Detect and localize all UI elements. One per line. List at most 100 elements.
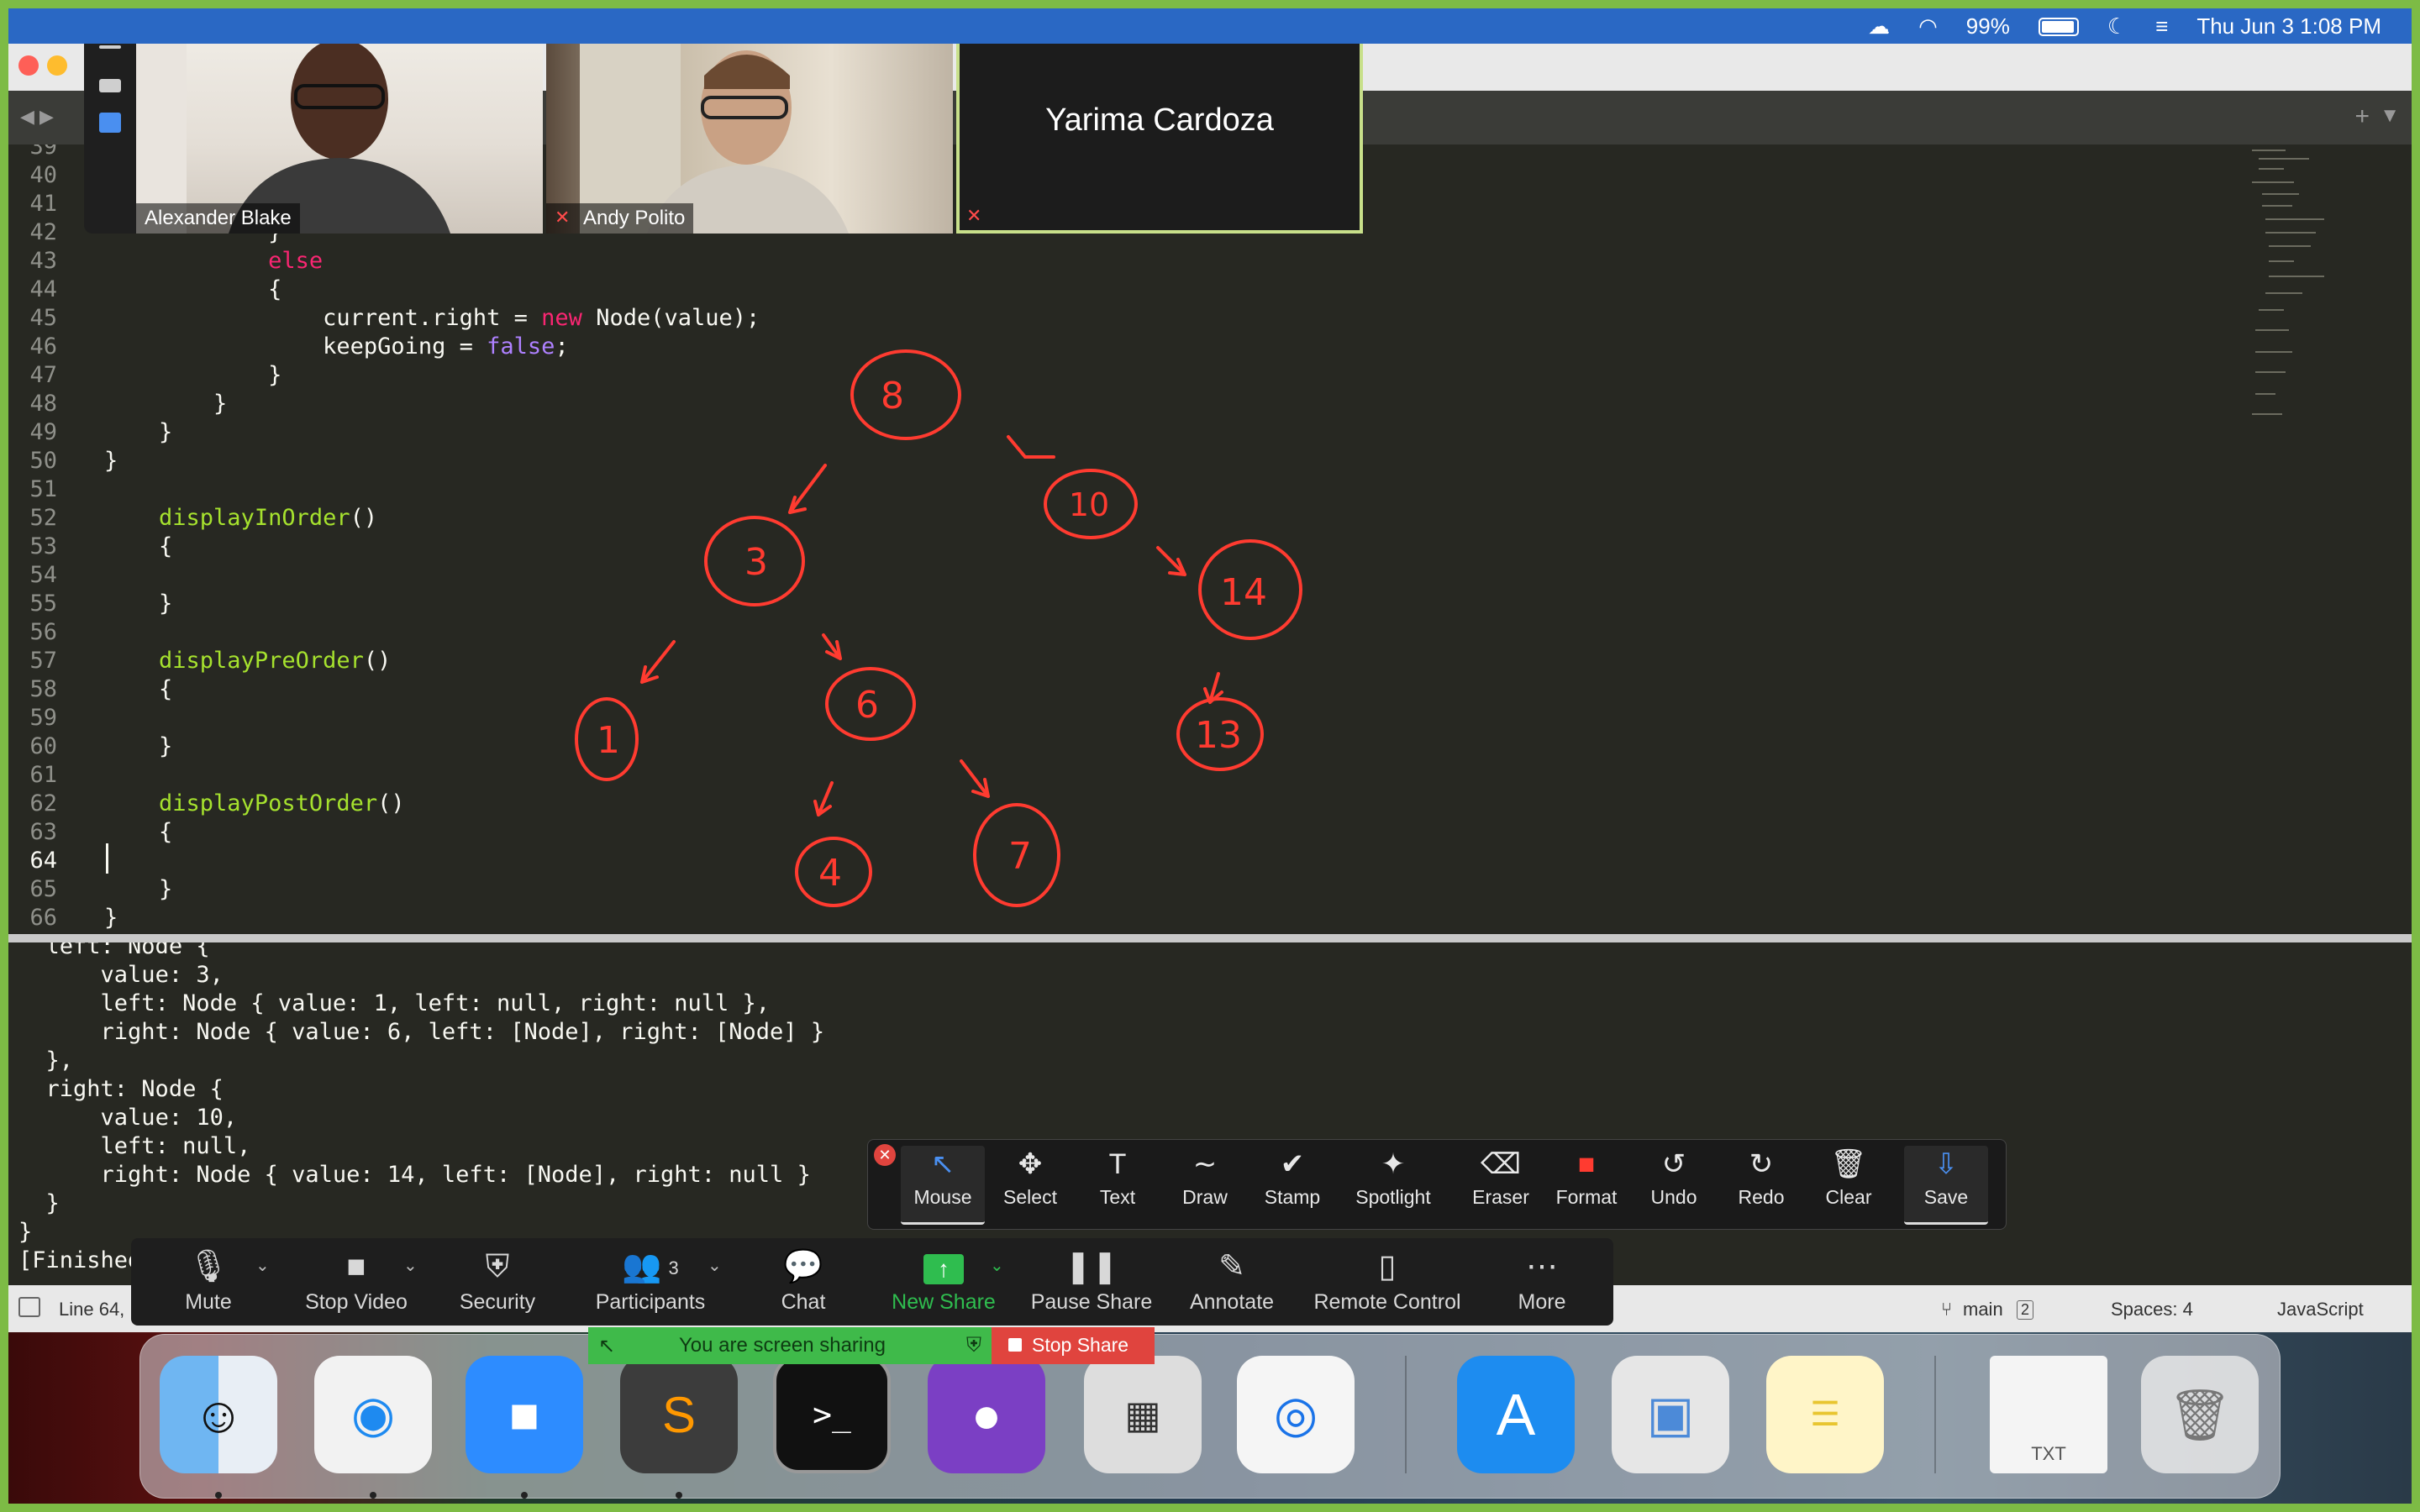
calculator-icon[interactable]: ▦ (1084, 1356, 1202, 1473)
console-text: right: Node { value: 14, left: [Node], r… (73, 1162, 811, 1188)
console-line: right: Node { value: 14, left: [Node], r… (18, 1161, 811, 1189)
txt-file-icon[interactable]: TXT (1990, 1356, 2107, 1473)
chat-button[interactable]: 💬 Chat (770, 1247, 837, 1322)
sublime-text-icon[interactable]: S (620, 1356, 738, 1473)
mute-button[interactable]: 🎙 Mute (168, 1247, 249, 1322)
zoom-icon[interactable]: ■ (466, 1356, 583, 1473)
annotate-tool-label: Undo (1650, 1186, 1697, 1208)
wifi-icon[interactable]: ◠ (1918, 13, 1938, 39)
annotate-tool-spotlight[interactable]: ✦ Spotlight (1351, 1146, 1435, 1225)
redo-icon: ↻ (1749, 1148, 1774, 1180)
node-7-label: 7 (1008, 835, 1032, 878)
eraser-icon: ⌫ (1480, 1148, 1522, 1180)
annotate-tool-mouse[interactable]: ↖ Mouse (901, 1146, 985, 1225)
control-center-icon[interactable]: ≡ (2155, 13, 2168, 39)
annotate-tool-draw[interactable]: ∼ Draw (1163, 1146, 1247, 1225)
node-13-label: 13 (1195, 714, 1242, 757)
stop-square-icon (1008, 1338, 1022, 1352)
audio-options-chevron-icon[interactable]: ⌄ (255, 1255, 270, 1276)
menubar-clock[interactable]: Thu Jun 3 1:08 PM (2196, 13, 2381, 39)
cloud-upload-icon[interactable]: ☁ (1868, 13, 1890, 39)
close-annotation-icon[interactable]: ✕ (874, 1144, 896, 1166)
share-drag-icon[interactable]: ↖ (598, 1334, 615, 1358)
muted-mic-icon-2: ✕ (966, 205, 982, 226)
annotate-tool-clear[interactable]: 🗑 Clear (1807, 1146, 1891, 1225)
syntax-mode[interactable]: JavaScript (2277, 1299, 2364, 1320)
tab-menu-chevron-icon[interactable]: ▼ (2380, 104, 2400, 128)
remote-control-button[interactable]: ▯ Remote Control (1311, 1247, 1464, 1322)
cursor-position[interactable]: Line 64, (59, 1299, 124, 1320)
save-download-icon: ⇩ (1933, 1148, 1959, 1180)
safari-running-dot (370, 1492, 376, 1499)
console-line: value: 10, (18, 1104, 238, 1132)
battery-percent: 99% (1965, 13, 2010, 39)
format-color-icon: ■ (1577, 1148, 1596, 1180)
git-branch[interactable]: main (1963, 1299, 2003, 1320)
annotate-tool-redo[interactable]: ↻ Redo (1719, 1146, 1803, 1225)
annotate-tool-select[interactable]: ✥ Select (988, 1146, 1072, 1225)
new-tab-plus-icon[interactable]: + (2354, 102, 2370, 131)
participant-name-1: Alexander Blake (136, 203, 300, 234)
console-line: left: null, (18, 1132, 251, 1161)
participant-name-3: Yarima Cardoza (1045, 102, 1274, 138)
minimize-window-button[interactable] (47, 55, 67, 76)
annotate-tool-undo[interactable]: ↺ Undo (1632, 1146, 1716, 1225)
code-editor[interactable]: 39404142 }43 else44 {45 current.right = … (8, 144, 2412, 934)
preview-icon[interactable]: ▣ (1612, 1356, 1729, 1473)
app-store-icon[interactable]: A (1457, 1356, 1575, 1473)
pause-icon: ❚❚ (1065, 1249, 1118, 1284)
annotate-tool-stamp[interactable]: ✔ Stamp (1250, 1146, 1334, 1225)
finder-icon[interactable]: ☺ (160, 1356, 277, 1473)
annotate-tool-save[interactable]: ⇩ Save (1904, 1146, 1988, 1225)
stop-video-label: Stop Video (305, 1290, 408, 1314)
chrome-icon[interactable]: ◎ (1237, 1356, 1355, 1473)
participants-button[interactable]: 👥 3 Participants (588, 1247, 713, 1322)
console-text: value: 3, (73, 962, 224, 988)
stop-video-button[interactable]: ■ Stop Video (297, 1247, 415, 1322)
more-button[interactable]: ⋯ More (1512, 1247, 1571, 1322)
github-desktop-icon[interactable]: ● (928, 1356, 1045, 1473)
arrow-6-7 (960, 759, 990, 798)
annotate-tool-label: Redo (1738, 1186, 1785, 1208)
git-branch-icon[interactable]: ⑂ (1941, 1299, 1952, 1320)
panel-toggle-icon[interactable] (18, 1297, 40, 1317)
close-window-button[interactable] (18, 55, 39, 76)
panel-splitter[interactable] (8, 934, 2412, 942)
trash-icon[interactable]: 🗑 (2141, 1356, 2259, 1473)
dock (139, 1334, 2281, 1499)
undo-icon: ↺ (1661, 1148, 1686, 1180)
build-output-console[interactable]: left: Node { value: 3, left: Node { valu… (8, 942, 2412, 1285)
safari-icon[interactable]: ◉ (314, 1356, 432, 1473)
pause-share-button[interactable]: ❚❚ Pause Share (1030, 1247, 1153, 1322)
console-line: }, (18, 1047, 74, 1075)
terminal-icon[interactable]: >_ (773, 1356, 891, 1473)
annotate-tool-text[interactable]: T Text (1076, 1146, 1160, 1225)
share-options-chevron-icon[interactable]: ⌄ (990, 1255, 1004, 1276)
indentation-setting[interactable]: Spaces: 4 (2111, 1299, 2193, 1320)
gallery-strip-icon[interactable] (99, 113, 121, 133)
stop-share-button[interactable]: Stop Share (992, 1327, 1155, 1364)
annotate-tool-label: Text (1099, 1186, 1136, 1208)
node-1-label: 1 (597, 719, 620, 762)
battery-icon[interactable] (2038, 17, 2079, 36)
participants-chevron-icon[interactable]: ⌄ (708, 1255, 722, 1276)
annotate-tool-label: Save (1923, 1186, 1969, 1208)
tab-nav-arrows-icon[interactable]: ◀ ▶ (20, 106, 54, 128)
console-line: [Finished (18, 1247, 141, 1275)
annotate-tool-eraser[interactable]: ⌫ Eraser (1459, 1146, 1543, 1225)
moon-icon[interactable]: ☾ (2107, 13, 2127, 39)
notes-icon[interactable]: ☰ (1766, 1356, 1884, 1473)
annotate-tool-format[interactable]: ■ Format (1544, 1146, 1628, 1225)
new-share-button[interactable]: ↑ New Share (889, 1247, 998, 1322)
minimize-strip-icon[interactable] (99, 45, 121, 49)
security-button[interactable]: ⛨ Security (450, 1247, 544, 1322)
video-options-chevron-icon[interactable]: ⌄ (403, 1255, 418, 1276)
dock-separator-2 (1934, 1356, 1936, 1473)
console-line: value: 3, (18, 961, 224, 990)
single-view-icon[interactable] (99, 79, 121, 92)
annotation-drawing: 8 10 3 14 1 6 13 4 7 (575, 349, 1302, 907)
annotate-button[interactable]: ✎ Annotate (1185, 1247, 1279, 1322)
remote-control-label: Remote Control (1313, 1290, 1461, 1314)
screen-sharing-status: You are screen sharing (679, 1334, 886, 1357)
annotate-tool-label: Spotlight (1355, 1186, 1431, 1208)
